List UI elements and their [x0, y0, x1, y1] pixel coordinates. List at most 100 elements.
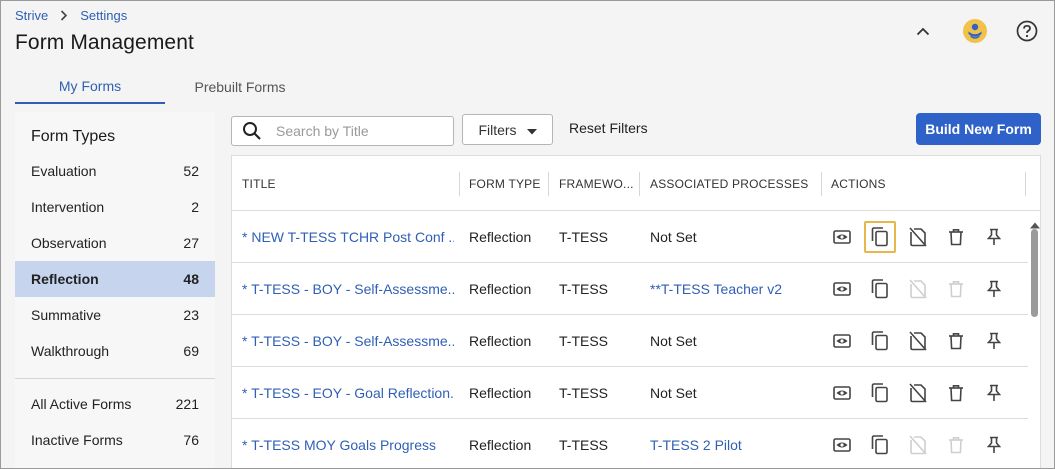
app-window: Strive Settings Form Management My Forms…	[0, 0, 1055, 469]
associated-process-cell: Not Set	[650, 385, 697, 401]
sidebar-item-walkthrough[interactable]: Walkthrough 69	[15, 333, 215, 369]
sidebar-item-count: 23	[183, 307, 199, 323]
copy-icon[interactable]	[864, 221, 896, 253]
delete-icon[interactable]	[940, 377, 972, 409]
breadcrumb-current-link[interactable]: Settings	[80, 8, 127, 23]
form-types-sidebar: Form Types Evaluation 52 Intervention 2 …	[15, 112, 215, 468]
row-actions	[826, 419, 1016, 468]
breadcrumb: Strive Settings	[15, 8, 127, 23]
form-title-link[interactable]: * NEW T-TESS TCHR Post Conf ...	[242, 211, 454, 263]
form-title-link[interactable]: * T-TESS MOY Goals Progress	[242, 419, 454, 468]
table-row: * T-TESS - BOY - Self-Assessme... Reflec…	[232, 315, 1028, 367]
caret-down-icon	[526, 122, 537, 138]
form-title-link[interactable]: * T-TESS - BOY - Self-Assessme...	[242, 315, 454, 367]
copy-icon[interactable]	[864, 377, 896, 409]
column-header-associated-processes[interactable]: ASSOCIATED PROCESSES	[650, 156, 808, 211]
chevron-up-icon[interactable]	[910, 18, 936, 44]
sidebar-item-summative[interactable]: Summative 23	[15, 297, 215, 333]
pin-icon[interactable]	[978, 377, 1010, 409]
copy-icon[interactable]	[864, 273, 896, 305]
sidebar-item-label: Summative	[31, 307, 102, 323]
copy-icon[interactable]	[864, 429, 896, 461]
form-title-link[interactable]: * T-TESS - BOY - Self-Assessme...	[242, 263, 454, 315]
page-title: Form Management	[15, 31, 194, 54]
column-header-framework[interactable]: FRAMEWO...	[559, 156, 634, 211]
deactivate-icon[interactable]	[902, 221, 934, 253]
search-box	[231, 116, 454, 146]
sidebar-heading: Form Types	[31, 128, 116, 145]
pin-icon[interactable]	[978, 273, 1010, 305]
column-divider	[821, 172, 822, 196]
form-type-cell: Reflection	[469, 229, 532, 245]
form-type-cell: Reflection	[469, 333, 532, 349]
build-new-form-button[interactable]: Build New Form	[916, 113, 1041, 145]
associated-process-cell[interactable]: **T-TESS Teacher v2	[650, 263, 820, 315]
row-actions	[826, 263, 1016, 315]
sidebar-item-inactive-forms[interactable]: Inactive Forms 76	[15, 422, 215, 458]
reset-filters-button[interactable]: Reset Filters	[569, 120, 648, 136]
column-divider	[548, 172, 549, 196]
sidebar-item-label: Evaluation	[31, 163, 97, 179]
form-type-cell: Reflection	[469, 385, 532, 401]
table-row: * NEW T-TESS TCHR Post Conf ... Reflecti…	[232, 211, 1028, 263]
preview-icon[interactable]	[826, 325, 858, 357]
sidebar-item-label: Reflection	[31, 271, 99, 287]
column-divider	[459, 172, 460, 196]
sidebar-item-observation[interactable]: Observation 27	[15, 225, 215, 261]
column-divider	[1025, 172, 1026, 196]
deactivate-icon[interactable]	[902, 377, 934, 409]
filters-dropdown-button[interactable]: Filters	[462, 114, 553, 145]
breadcrumb-root-link[interactable]: Strive	[15, 8, 48, 23]
framework-cell: T-TESS	[559, 385, 609, 401]
tab-my-forms[interactable]: My Forms	[15, 69, 165, 104]
sidebar-divider	[15, 378, 215, 379]
forms-table: TITLE FORM TYPE FRAMEWO... ASSOCIATED PR…	[231, 155, 1041, 468]
sidebar-item-label: Inactive Forms	[31, 432, 123, 448]
pin-icon[interactable]	[978, 429, 1010, 461]
sidebar-item-count: 76	[183, 432, 199, 448]
form-type-cell: Reflection	[469, 437, 532, 453]
preview-icon[interactable]	[826, 273, 858, 305]
associated-process-cell: Not Set	[650, 333, 697, 349]
column-header-title[interactable]: TITLE	[242, 156, 276, 211]
sidebar-item-count: 2	[191, 199, 199, 215]
table-row: * T-TESS MOY Goals Progress Reflection T…	[232, 419, 1028, 468]
sidebar-item-count: 48	[183, 271, 199, 287]
column-header-form-type[interactable]: FORM TYPE	[469, 156, 541, 211]
form-title-link[interactable]: * T-TESS - EOY - Goal Reflection...	[242, 367, 454, 419]
preview-icon[interactable]	[826, 377, 858, 409]
pin-icon[interactable]	[978, 221, 1010, 253]
filters-label: Filters	[478, 121, 517, 138]
search-icon	[232, 121, 272, 141]
sidebar-item-all-active-forms[interactable]: All Active Forms 221	[15, 386, 215, 422]
table-row: * T-TESS - BOY - Self-Assessme... Reflec…	[232, 263, 1028, 315]
scrollbar-thumb[interactable]	[1031, 229, 1038, 317]
search-input[interactable]	[276, 123, 436, 139]
sidebar-item-intervention[interactable]: Intervention 2	[15, 189, 215, 225]
help-icon[interactable]	[1014, 18, 1040, 44]
preview-icon[interactable]	[826, 429, 858, 461]
column-divider	[639, 172, 640, 196]
sidebar-item-evaluation[interactable]: Evaluation 52	[15, 153, 215, 189]
framework-cell: T-TESS	[559, 281, 609, 297]
sidebar-item-reflection[interactable]: Reflection 48	[15, 261, 215, 297]
user-avatar-icon[interactable]	[962, 18, 988, 44]
form-tabs: My Forms Prebuilt Forms	[15, 69, 315, 104]
delete-icon[interactable]	[940, 325, 972, 357]
deactivate-icon	[902, 429, 934, 461]
framework-cell: T-TESS	[559, 229, 609, 245]
copy-icon[interactable]	[864, 325, 896, 357]
table-scrollbar[interactable]	[1028, 211, 1040, 468]
table-row: * T-TESS - EOY - Goal Reflection... Refl…	[232, 367, 1028, 419]
deactivate-icon[interactable]	[902, 325, 934, 357]
delete-icon[interactable]	[940, 221, 972, 253]
deactivate-icon	[902, 273, 934, 305]
associated-process-cell[interactable]: T-TESS 2 Pilot	[650, 419, 820, 468]
sidebar-item-label: Walkthrough	[31, 343, 110, 359]
framework-cell: T-TESS	[559, 333, 609, 349]
pin-icon[interactable]	[978, 325, 1010, 357]
row-actions	[826, 367, 1016, 419]
column-header-actions: ACTIONS	[831, 176, 886, 191]
tab-prebuilt-forms[interactable]: Prebuilt Forms	[165, 69, 315, 104]
preview-icon[interactable]	[826, 221, 858, 253]
